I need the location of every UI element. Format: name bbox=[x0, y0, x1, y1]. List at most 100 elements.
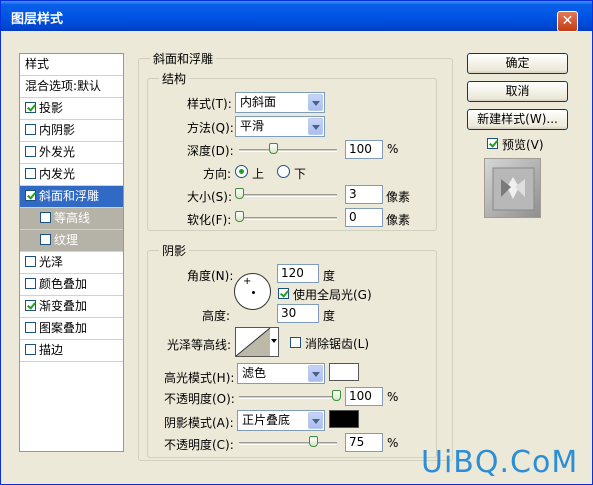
styles-list-item[interactable]: 斜面和浮雕 bbox=[20, 186, 123, 208]
style-item-label: 外发光 bbox=[39, 145, 76, 159]
shadow-mode-label: 阴影模式(A): bbox=[164, 416, 234, 430]
styles-list-item[interactable]: 内阴影 bbox=[20, 120, 123, 142]
styles-list-item[interactable]: 光泽 bbox=[20, 252, 123, 274]
global-light-label: 使用全局光(G) bbox=[293, 288, 372, 302]
shadow-opacity-track[interactable] bbox=[239, 442, 337, 445]
title-bar[interactable]: 图层样式 ✕ bbox=[1, 1, 592, 32]
size-input[interactable]: 3 bbox=[345, 185, 383, 204]
style-item-checkbox[interactable] bbox=[25, 102, 36, 113]
chevron-down-icon bbox=[308, 118, 323, 135]
soften-label: 软化(F): bbox=[187, 213, 232, 227]
style-item-checkbox[interactable] bbox=[40, 234, 51, 245]
preview-bevel-image bbox=[492, 167, 535, 211]
style-item-checkbox[interactable] bbox=[25, 124, 36, 135]
altitude-unit: 度 bbox=[323, 309, 336, 323]
style-item-checkbox[interactable] bbox=[25, 300, 36, 311]
soften-input[interactable]: 0 bbox=[345, 208, 383, 227]
style-item-checkbox[interactable] bbox=[25, 146, 36, 157]
watermark-text: UiBQ.CoM bbox=[421, 445, 579, 480]
method-select[interactable]: 平滑 bbox=[235, 116, 325, 137]
style-item-checkbox[interactable] bbox=[25, 190, 36, 201]
styles-list-item[interactable]: 投影 bbox=[20, 98, 123, 120]
styles-list-item[interactable]: 混合选项:默认 bbox=[20, 76, 123, 98]
styles-list-item[interactable]: 样式 bbox=[20, 54, 123, 76]
chevron-down-icon bbox=[271, 339, 277, 343]
preview-checkbox[interactable] bbox=[487, 138, 498, 149]
style-item-label: 等高线 bbox=[54, 211, 91, 225]
styles-list-item[interactable]: 描边 bbox=[20, 340, 123, 362]
shadow-opacity-unit: % bbox=[387, 436, 399, 450]
layer-style-dialog: 图层样式 ✕ 样式 混合选项:默认 投影 内阴影 外发光 内发光 斜面和浮雕 等高线 纹理 光泽颜… bbox=[0, 0, 593, 485]
style-select-value: 内斜面 bbox=[240, 95, 277, 109]
styles-list-item[interactable]: 等高线 bbox=[20, 208, 123, 230]
shadow-color-swatch[interactable] bbox=[329, 410, 359, 428]
dial-center-dot bbox=[252, 291, 255, 294]
style-item-checkbox[interactable] bbox=[25, 278, 36, 289]
depth-label: 深度(D): bbox=[187, 144, 234, 158]
angle-dial[interactable]: + bbox=[234, 273, 271, 310]
style-select[interactable]: 内斜面 bbox=[235, 92, 325, 113]
close-button[interactable]: ✕ bbox=[557, 11, 578, 32]
styles-list-item[interactable]: 内发光 bbox=[20, 164, 123, 186]
angle-unit: 度 bbox=[323, 269, 336, 283]
new-style-button[interactable]: 新建样式(W)... bbox=[467, 109, 568, 130]
chevron-down-icon bbox=[308, 365, 323, 382]
direction-down-radio[interactable] bbox=[277, 165, 290, 178]
size-unit: 像素 bbox=[386, 190, 411, 204]
soften-slider-thumb[interactable] bbox=[235, 211, 244, 222]
style-item-checkbox[interactable] bbox=[25, 322, 36, 333]
highlight-opacity-thumb[interactable] bbox=[332, 390, 341, 401]
window-title: 图层样式 bbox=[11, 12, 64, 27]
highlight-mode-label: 高光模式(H): bbox=[164, 371, 235, 385]
style-item-label: 颜色叠加 bbox=[39, 277, 88, 291]
altitude-input[interactable]: 30 bbox=[277, 304, 319, 323]
shadow-opacity-input[interactable]: 75 bbox=[345, 433, 383, 452]
direction-label: 方向: bbox=[203, 167, 232, 181]
style-item-label: 样式 bbox=[25, 57, 50, 71]
style-item-label: 内阴影 bbox=[39, 123, 76, 137]
direction-up-radio[interactable] bbox=[235, 165, 248, 178]
shading-title: 阴影 bbox=[159, 242, 190, 259]
direction-up-label: 上 bbox=[252, 167, 265, 181]
antialias-label: 消除锯齿(L) bbox=[305, 337, 370, 351]
styles-list-item[interactable]: 颜色叠加 bbox=[20, 274, 123, 296]
global-light-checkbox[interactable] bbox=[278, 288, 289, 299]
antialias-checkbox[interactable] bbox=[290, 337, 301, 348]
size-slider-thumb[interactable] bbox=[235, 188, 244, 199]
styles-list-item[interactable]: 纹理 bbox=[20, 230, 123, 252]
styles-list-item[interactable]: 外发光 bbox=[20, 142, 123, 164]
method-select-value: 平滑 bbox=[240, 119, 265, 133]
size-slider-track[interactable] bbox=[239, 194, 337, 197]
shadow-mode-select[interactable]: 正片叠底 bbox=[237, 410, 325, 431]
method-label: 方法(Q): bbox=[187, 121, 234, 135]
style-preview-thumbnail bbox=[484, 158, 541, 218]
angle-label: 角度(N): bbox=[187, 269, 234, 283]
depth-slider-thumb[interactable] bbox=[269, 143, 278, 154]
highlight-opacity-track[interactable] bbox=[239, 396, 337, 399]
soften-slider-track[interactable] bbox=[239, 217, 337, 220]
bevel-emboss-title: 斜面和浮雕 bbox=[150, 50, 217, 67]
highlight-opacity-input[interactable]: 100 bbox=[345, 387, 383, 406]
depth-input[interactable]: 100 bbox=[345, 140, 383, 159]
style-item-label: 渐变叠加 bbox=[39, 299, 88, 313]
style-item-checkbox[interactable] bbox=[25, 256, 36, 267]
gloss-contour-picker[interactable] bbox=[235, 327, 279, 357]
direction-down-label: 下 bbox=[294, 167, 307, 181]
style-label: 样式(T): bbox=[187, 97, 232, 111]
ok-button[interactable]: 确定 bbox=[467, 53, 568, 74]
style-item-checkbox[interactable] bbox=[25, 168, 36, 179]
cancel-button[interactable]: 取消 bbox=[467, 81, 568, 102]
altitude-label: 高度: bbox=[202, 309, 231, 323]
style-item-checkbox[interactable] bbox=[25, 344, 36, 355]
style-item-label: 纹理 bbox=[54, 233, 79, 247]
depth-slider-track[interactable] bbox=[239, 149, 337, 152]
styles-list-item[interactable]: 图案叠加 bbox=[20, 318, 123, 340]
angle-input[interactable]: 120 bbox=[277, 264, 319, 283]
style-item-label: 混合选项:默认 bbox=[25, 79, 102, 93]
style-item-checkbox[interactable] bbox=[40, 212, 51, 223]
highlight-mode-select[interactable]: 滤色 bbox=[237, 363, 325, 384]
shadow-opacity-thumb[interactable] bbox=[309, 436, 318, 447]
highlight-color-swatch[interactable] bbox=[329, 363, 359, 381]
shadow-mode-value: 正片叠底 bbox=[242, 413, 291, 427]
styles-list-item[interactable]: 渐变叠加 bbox=[20, 296, 123, 318]
